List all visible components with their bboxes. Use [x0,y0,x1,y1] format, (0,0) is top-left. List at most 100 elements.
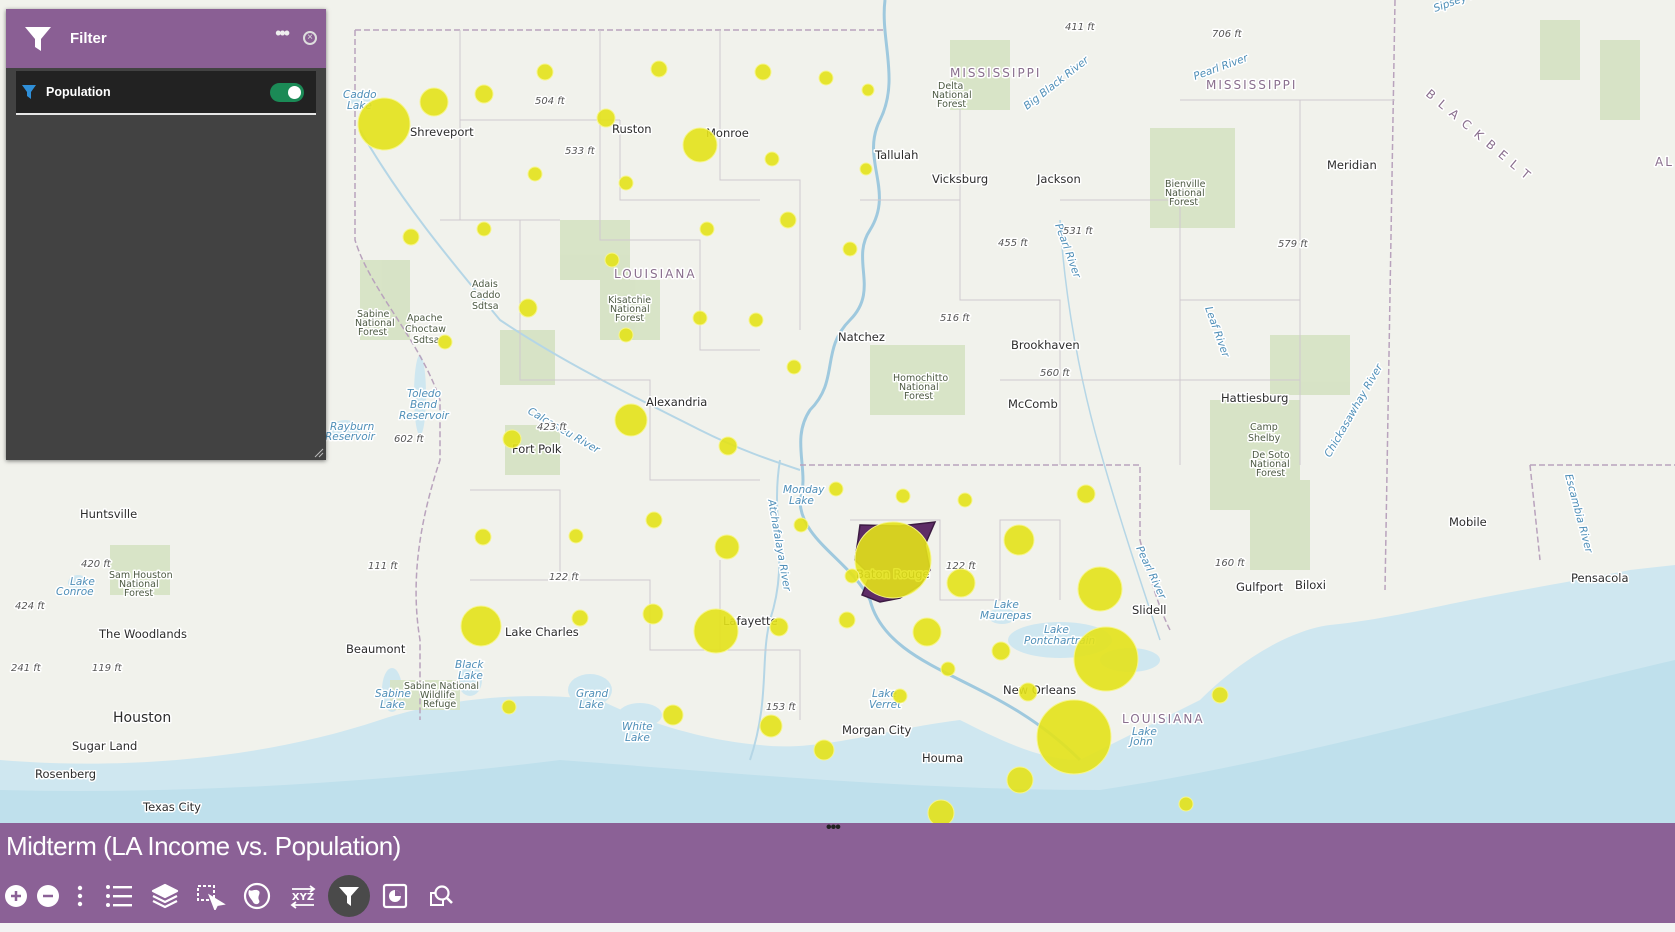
population-marker[interactable] [895,488,911,504]
population-marker[interactable] [861,83,875,97]
svg-text:455 ft: 455 ft [998,238,1029,249]
population-marker[interactable] [793,517,809,533]
svg-text:Lake: Lake [579,699,604,711]
population-marker[interactable] [502,429,522,449]
filter-toggle-switch[interactable] [270,83,304,102]
population-marker[interactable] [1003,524,1035,556]
population-marker[interactable] [571,609,589,627]
resize-handle-icon[interactable] [314,448,324,458]
population-marker[interactable] [786,359,802,375]
filter-item-population[interactable]: Population [16,71,316,115]
select-button[interactable] [188,875,234,917]
filter-button[interactable] [326,875,372,917]
chart-icon [382,883,408,909]
basemap-gallery-button[interactable] [234,875,280,917]
funnel-icon [22,85,36,99]
population-marker[interactable] [1077,566,1123,612]
population-marker[interactable] [518,298,538,318]
population-marker[interactable] [1076,484,1096,504]
population-marker[interactable] [1036,699,1112,775]
population-marker[interactable] [501,699,517,715]
svg-text:Escambia River: Escambia River [1562,473,1595,555]
population-marker[interactable] [718,436,738,456]
population-marker[interactable] [419,87,449,117]
svg-text:Camp: Camp [1250,422,1278,433]
funnel-icon [22,23,54,55]
close-circle-icon[interactable]: × [303,31,317,45]
population-marker[interactable] [650,60,668,78]
legend-button[interactable] [96,875,142,917]
zoom-out-button[interactable] [32,875,64,917]
population-marker[interactable] [536,63,554,81]
population-marker[interactable] [474,528,492,546]
population-marker[interactable] [714,534,740,560]
population-marker[interactable] [699,221,715,237]
filter-item-label: Population [46,85,111,99]
population-marker[interactable] [618,175,634,191]
population-marker[interactable] [604,252,620,268]
population-marker[interactable] [476,221,492,237]
population-marker[interactable] [759,714,783,738]
population-marker[interactable] [940,661,956,677]
chart-button[interactable] [372,875,418,917]
coordinates-button[interactable]: XYZ [280,875,326,917]
population-marker[interactable] [1018,682,1038,702]
legend-list-icon [106,885,132,907]
population-marker[interactable] [991,641,1011,661]
population-marker[interactable] [682,127,718,163]
active-tool-indicator [328,875,370,917]
population-marker[interactable] [828,481,844,497]
population-marker[interactable] [645,511,663,529]
panel-resize-handle[interactable]: ••• [826,819,841,837]
population-marker[interactable] [769,617,789,637]
population-marker[interactable] [693,608,739,654]
population-marker[interactable] [662,704,684,726]
population-marker[interactable] [357,97,411,151]
svg-text:Natchez: Natchez [838,330,885,344]
population-marker[interactable] [842,241,858,257]
population-marker[interactable] [854,521,932,599]
population-marker[interactable] [527,166,543,182]
svg-text:111 ft: 111 ft [368,561,399,572]
population-marker[interactable] [402,228,420,246]
population-marker[interactable] [957,492,973,508]
more-horizontal-icon[interactable]: ••• [275,23,290,44]
population-marker[interactable] [596,108,616,128]
population-marker[interactable] [754,63,772,81]
population-marker[interactable] [748,312,764,328]
svg-text:516 ft: 516 ft [940,313,971,324]
svg-text:Reservoir: Reservoir [325,431,376,443]
population-marker[interactable] [1006,766,1034,794]
population-marker[interactable] [927,799,955,823]
svg-text:Adais: Adais [472,279,498,290]
population-marker[interactable] [1211,686,1229,704]
svg-text:122 ft: 122 ft [549,572,580,583]
population-marker[interactable] [568,528,584,544]
population-marker[interactable] [1178,796,1194,812]
population-marker[interactable] [838,611,856,629]
more-tools-button[interactable] [64,875,96,917]
svg-text:420 ft: 420 ft [81,559,112,570]
query-button[interactable] [418,875,464,917]
filter-panel-header[interactable]: Filter ••• × [6,9,326,68]
population-marker[interactable] [946,568,976,598]
population-marker[interactable] [692,310,708,326]
zoom-in-button[interactable] [0,875,32,917]
population-marker[interactable] [764,151,780,167]
population-marker[interactable] [818,70,834,86]
svg-text:Ruston: Ruston [612,122,652,136]
population-marker[interactable] [844,568,860,584]
population-marker[interactable] [813,739,835,761]
population-marker[interactable] [614,403,648,437]
population-marker[interactable] [437,334,453,350]
population-marker[interactable] [892,688,908,704]
population-marker[interactable] [779,211,797,229]
population-marker[interactable] [474,84,494,104]
population-marker[interactable] [1073,626,1139,692]
population-marker[interactable] [618,327,634,343]
population-marker[interactable] [642,603,664,625]
population-marker[interactable] [912,617,942,647]
layers-button[interactable] [142,875,188,917]
population-marker[interactable] [460,605,502,647]
population-marker[interactable] [859,162,873,176]
